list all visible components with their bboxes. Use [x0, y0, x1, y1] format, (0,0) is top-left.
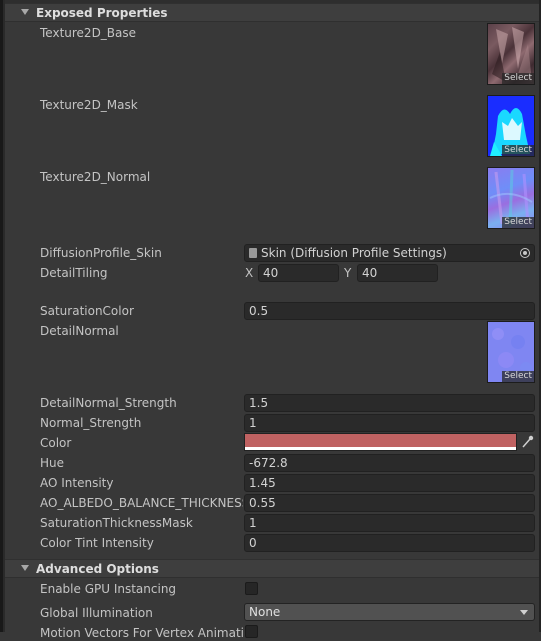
- advanced-options-title: Advanced Options: [36, 562, 159, 576]
- color-alpha-bar: [245, 447, 516, 450]
- diffusion-profile-label: DiffusionProfile_Skin: [40, 246, 162, 260]
- triangle-down-icon[interactable]: [21, 9, 29, 15]
- saturation-thickness-mask-label: SaturationThicknessMask: [40, 516, 193, 530]
- normal-strength-label: Normal_Strength: [40, 416, 142, 430]
- hue-label: Hue: [40, 456, 65, 470]
- triangle-down-icon[interactable]: [21, 565, 29, 571]
- motion-vectors-label: Motion Vectors For Vertex Animation: [40, 626, 243, 640]
- texture2d-mask-thumbnail[interactable]: Select: [487, 95, 535, 157]
- diffusion-profile-field[interactable]: Skin (Diffusion Profile Settings): [244, 244, 535, 262]
- tiling-x-axis-label[interactable]: X: [245, 265, 253, 281]
- texture2d-base-select-button[interactable]: Select: [502, 73, 534, 84]
- texture2d-normal-select-button[interactable]: Select: [502, 217, 534, 228]
- color-tint-intensity-label: Color Tint Intensity: [40, 536, 154, 550]
- eyedropper-icon[interactable]: [519, 433, 535, 451]
- detail-normal-strength-field[interactable]: 1.5: [244, 394, 535, 412]
- texture2d-normal-label: Texture2D_Normal: [40, 170, 151, 184]
- global-illumination-dropdown[interactable]: None: [244, 603, 535, 621]
- saturation-color-field[interactable]: 0.5: [244, 302, 535, 320]
- detail-normal-strength-label: DetailNormal_Strength: [40, 396, 177, 410]
- advanced-options-header[interactable]: Advanced Options: [5, 559, 539, 578]
- gpu-instancing-checkbox[interactable]: [245, 582, 258, 595]
- detail-tiling-label: DetailTiling: [40, 266, 108, 280]
- ao-albedo-balance-thickness-field[interactable]: 0.55: [244, 494, 535, 512]
- texture2d-mask-select-button[interactable]: Select: [502, 145, 534, 156]
- window-edge-inner: [3, 0, 5, 632]
- color-swatch[interactable]: [244, 433, 517, 451]
- normal-strength-field[interactable]: 1: [244, 414, 535, 432]
- texture2d-mask-label: Texture2D_Mask: [40, 98, 138, 112]
- global-illumination-label: Global Illumination: [40, 606, 153, 620]
- texture2d-base-thumbnail[interactable]: Select: [487, 23, 535, 85]
- tiling-y-axis-label[interactable]: Y: [344, 265, 351, 281]
- global-illumination-value: None: [249, 605, 281, 619]
- asset-file-icon: [249, 248, 257, 258]
- diffusion-profile-value: Skin (Diffusion Profile Settings): [261, 246, 447, 260]
- chevron-down-icon: [520, 610, 528, 615]
- saturation-thickness-mask-field[interactable]: 1: [244, 514, 535, 532]
- detail-normal-label: DetailNormal: [40, 324, 119, 338]
- ao-intensity-field[interactable]: 1.45: [244, 474, 535, 492]
- gpu-instancing-label: Enable GPU Instancing: [40, 582, 177, 596]
- color-tint-intensity-field[interactable]: 0: [244, 534, 535, 552]
- ao-intensity-label: AO Intensity: [40, 476, 114, 490]
- tiling-y-field[interactable]: 40: [357, 264, 438, 282]
- texture2d-normal-thumbnail[interactable]: Select: [487, 167, 535, 229]
- exposed-properties-title: Exposed Properties: [36, 6, 168, 20]
- detail-normal-thumbnail[interactable]: Select: [487, 321, 535, 383]
- saturation-color-label: SaturationColor: [40, 304, 134, 318]
- color-label: Color: [40, 436, 72, 450]
- ao-albedo-balance-thickness-label: AO_ALBEDO_BALANCE_THICKNESS: [40, 496, 243, 510]
- object-picker-icon[interactable]: [520, 248, 530, 258]
- exposed-properties-header[interactable]: Exposed Properties: [5, 3, 539, 22]
- tiling-x-field[interactable]: 40: [258, 264, 339, 282]
- detail-normal-select-button[interactable]: Select: [502, 371, 534, 382]
- hue-field[interactable]: -672.8: [244, 454, 535, 472]
- texture2d-base-label: Texture2D_Base: [40, 26, 137, 40]
